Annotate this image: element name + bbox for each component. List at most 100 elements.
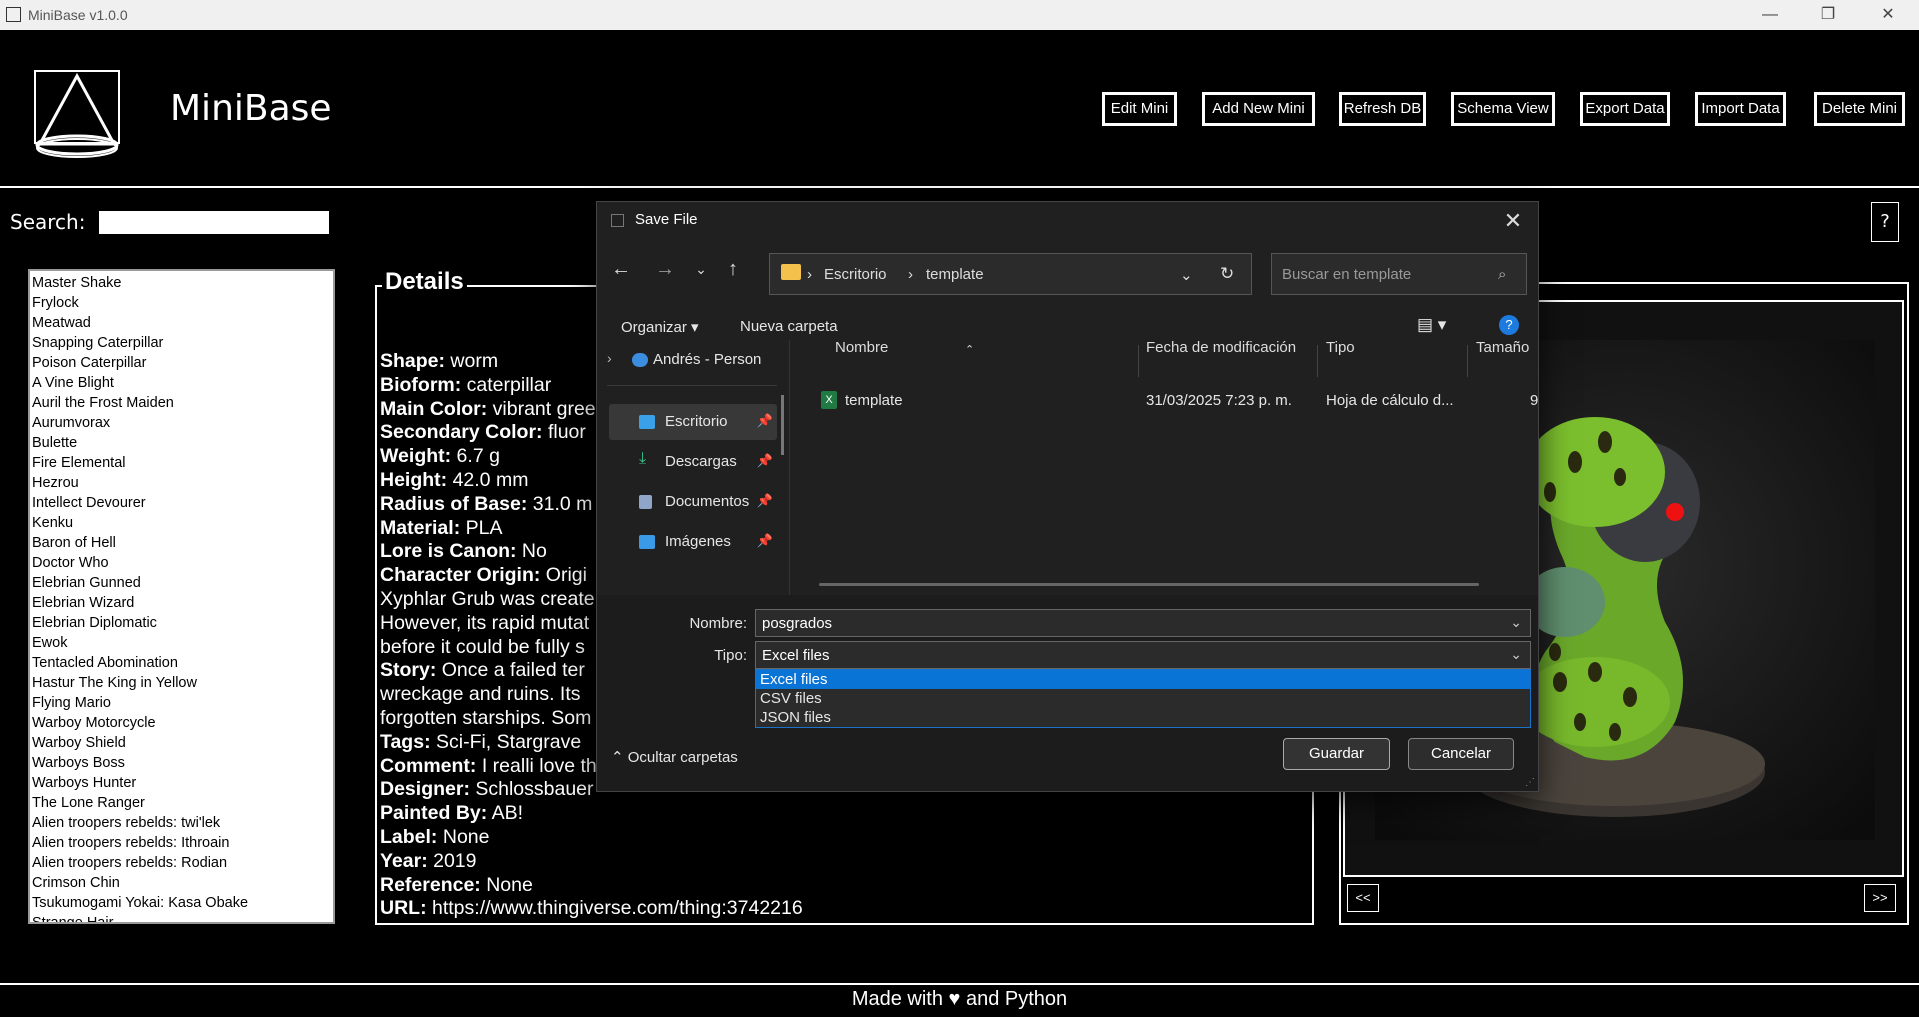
folder-search-box[interactable]: Buscar en template ⌕ <box>1271 253 1527 295</box>
sidebar-item-escritorio[interactable]: Escritorio 📌 <box>609 404 777 440</box>
list-item[interactable]: Tsukumogami Yokai: Kasa Obake <box>32 893 333 913</box>
list-item[interactable]: Hezrou <box>32 473 333 493</box>
file-name-field[interactable]: posgrados ⌄ <box>755 609 1531 637</box>
help-button[interactable]: ? <box>1871 202 1899 242</box>
path-segment-escritorio[interactable]: Escritorio <box>824 266 887 283</box>
list-item[interactable]: Baron of Hell <box>32 533 333 553</box>
detail-key: Height: <box>380 468 448 491</box>
help-icon[interactable]: ? <box>1499 315 1519 335</box>
detail-line: Year: 2019 <box>380 850 1310 874</box>
detail-key: Material: <box>380 516 461 539</box>
file-name: template <box>845 392 903 409</box>
list-item[interactable]: Master Shake <box>32 273 333 293</box>
mini-list[interactable]: Master Shake Frylock Meatwad Snapping Cater… <box>28 269 335 924</box>
list-item[interactable]: Warboys Boss <box>32 753 333 773</box>
list-item[interactable]: Fire Elemental <box>32 453 333 473</box>
list-item[interactable]: Tentacled Abomination <box>32 653 333 673</box>
list-item[interactable]: Warboy Shield <box>32 733 333 753</box>
list-item[interactable]: Intellect Devourer <box>32 493 333 513</box>
file-type: Hoja de cálculo d... <box>1326 392 1454 409</box>
add-new-mini-button[interactable]: Add New Mini <box>1201 91 1316 127</box>
cancel-button[interactable]: Cancelar <box>1408 738 1514 770</box>
search-input[interactable] <box>99 211 329 234</box>
file-type-option-csv[interactable]: CSV files <box>756 689 1530 708</box>
list-item[interactable]: Auril the Frost Maiden <box>32 393 333 413</box>
back-icon[interactable]: ← <box>607 255 635 283</box>
organize-menu[interactable]: Organizar ▾ <box>621 318 699 336</box>
sidebar-scrollbar[interactable] <box>781 395 784 455</box>
maximize-button[interactable]: ❐ <box>1805 2 1851 28</box>
list-item[interactable]: Elebrian Diplomatic <box>32 613 333 633</box>
refresh-db-button[interactable]: Refresh DB <box>1338 91 1427 127</box>
address-bar[interactable]: › Escritorio › template ⌄ ↻ <box>769 253 1252 295</box>
list-item[interactable]: Poison Caterpillar <box>32 353 333 373</box>
list-item[interactable]: Bulette <box>32 433 333 453</box>
column-separator[interactable] <box>1138 345 1139 377</box>
detail-value: 31.0 m <box>527 492 593 515</box>
sidebar-item-descargas[interactable]: ⤓ Descargas 📌 <box>609 444 777 480</box>
schema-view-button[interactable]: Schema View <box>1450 91 1556 127</box>
dialog-close-button[interactable]: ✕ <box>1498 206 1528 236</box>
file-type-option-excel[interactable]: Excel files <box>756 670 1530 689</box>
list-item[interactable]: Warboys Hunter <box>32 773 333 793</box>
list-item[interactable]: Elebrian Gunned <box>32 573 333 593</box>
list-item[interactable]: Ewok <box>32 633 333 653</box>
sidebar-item-documentos[interactable]: Documentos 📌 <box>609 484 777 520</box>
up-folder-icon[interactable]: ↑ <box>719 255 747 283</box>
list-item[interactable]: Alien troopers rebelds: Rodian <box>32 853 333 873</box>
column-header-size[interactable]: Tamaño <box>1476 339 1529 356</box>
file-type-dropdown[interactable]: Excel files CSV files JSON files <box>755 669 1531 728</box>
column-separator[interactable] <box>1317 345 1318 377</box>
import-data-button[interactable]: Import Data <box>1694 91 1787 127</box>
forward-icon[interactable]: → <box>651 255 679 283</box>
column-header-type[interactable]: Tipo <box>1326 339 1355 356</box>
chevron-down-icon[interactable]: ⌄ <box>1510 614 1522 631</box>
refresh-icon[interactable]: ↻ <box>1220 264 1234 284</box>
prev-image-button[interactable]: << <box>1347 884 1379 912</box>
horizontal-scrollbar[interactable] <box>819 583 1479 586</box>
list-item[interactable]: Doctor Who <box>32 553 333 573</box>
list-item[interactable]: Kenku <box>32 513 333 533</box>
resize-grip-icon[interactable]: ⋰ <box>1525 777 1535 788</box>
delete-mini-button[interactable]: Delete Mini <box>1813 91 1906 127</box>
chevron-down-icon[interactable]: ⌄ <box>1510 646 1522 663</box>
hide-folders-toggle[interactable]: ⌃ Ocultar carpetas <box>611 748 738 766</box>
list-item[interactable]: Meatwad <box>32 313 333 333</box>
folder-icon <box>781 264 801 280</box>
path-segment-template[interactable]: template <box>926 266 984 283</box>
list-item[interactable]: The Lone Ranger <box>32 793 333 813</box>
list-item[interactable]: Crimson Chin <box>32 873 333 893</box>
list-item[interactable]: Frylock <box>32 293 333 313</box>
minimize-button[interactable]: — <box>1747 2 1793 28</box>
list-item[interactable]: Alien troopers rebelds: Ithroain <box>32 833 333 853</box>
list-item[interactable]: Snapping Caterpillar <box>32 333 333 353</box>
edit-mini-button[interactable]: Edit Mini <box>1101 91 1178 127</box>
save-button[interactable]: Guardar <box>1283 738 1390 770</box>
column-header-modified[interactable]: Fecha de modificación <box>1146 339 1296 356</box>
list-item[interactable]: Flying Mario <box>32 693 333 713</box>
sidebar-item-onedrive[interactable]: Andrés - Person <box>597 342 765 378</box>
detail-key: Reference: <box>380 873 481 896</box>
list-item[interactable]: Strange Hair <box>32 913 333 922</box>
column-separator[interactable] <box>1467 345 1468 377</box>
file-type-select[interactable]: Excel files ⌄ <box>755 641 1531 669</box>
column-header-name[interactable]: Nombre <box>835 339 888 356</box>
close-window-button[interactable]: ✕ <box>1865 2 1911 28</box>
detail-value: wreckage and ruins. Its <box>380 683 581 706</box>
list-item[interactable]: A Vine Blight <box>32 373 333 393</box>
list-item[interactable]: Alien troopers rebelds: twi'lek <box>32 813 333 833</box>
list-item[interactable]: Hastur The King in Yellow <box>32 673 333 693</box>
detail-key: Character Origin: <box>380 564 541 587</box>
new-folder-button[interactable]: Nueva carpeta <box>740 318 838 335</box>
list-item[interactable]: Aurumvorax <box>32 413 333 433</box>
view-options-icon[interactable]: ▤ ▾ <box>1417 315 1446 335</box>
dialog-icon <box>611 214 624 227</box>
list-item[interactable]: Warboy Motorcycle <box>32 713 333 733</box>
sidebar-item-imagenes[interactable]: Imágenes 📌 <box>609 524 777 560</box>
file-type-option-json[interactable]: JSON files <box>756 708 1530 727</box>
next-image-button[interactable]: >> <box>1864 884 1896 912</box>
recent-locations-icon[interactable]: ⌄ <box>687 255 715 283</box>
address-dropdown-icon[interactable]: ⌄ <box>1180 266 1193 284</box>
export-data-button[interactable]: Export Data <box>1579 91 1671 127</box>
list-item[interactable]: Elebrian Wizard <box>32 593 333 613</box>
